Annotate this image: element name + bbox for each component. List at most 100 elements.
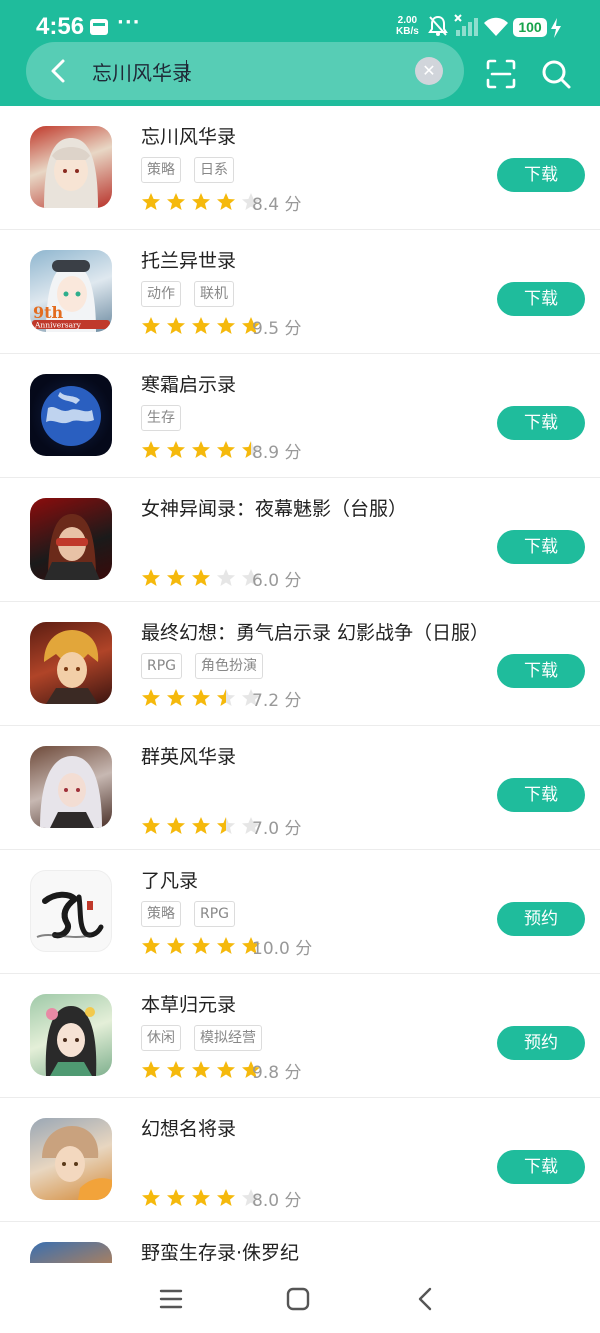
tag-list: 策略 日系 bbox=[141, 157, 247, 183]
menu-icon[interactable] bbox=[158, 1286, 184, 1312]
mute-bell-icon bbox=[428, 15, 448, 36]
game-title[interactable]: 女神异闻录：夜幕魅影（台服） bbox=[141, 494, 407, 521]
star-icon bbox=[217, 817, 235, 834]
star-icon bbox=[142, 817, 160, 834]
game-title[interactable]: 托兰异世录 bbox=[141, 246, 236, 273]
game-icon-tolan: 9th Anniversary bbox=[30, 250, 112, 332]
download-button[interactable]: 下载 bbox=[497, 282, 585, 316]
star-rating bbox=[141, 816, 260, 836]
net-speed: 2.00 KB/s bbox=[396, 15, 419, 37]
wifi-icon bbox=[484, 17, 508, 36]
star-icon bbox=[142, 1189, 160, 1206]
star-icon bbox=[167, 817, 185, 834]
download-button[interactable]: 下载 bbox=[497, 406, 585, 440]
game-title[interactable]: 寒霜启示录 bbox=[141, 370, 236, 397]
search-icon[interactable] bbox=[540, 58, 572, 90]
star-rating bbox=[141, 936, 260, 956]
star-icon bbox=[167, 569, 185, 586]
list-item[interactable]: 忘川风华录 策略 日系 8.4 分 下载 bbox=[0, 106, 600, 230]
score: 10.0 分 bbox=[252, 939, 313, 959]
clear-icon[interactable]: ✕ bbox=[415, 57, 443, 85]
home-icon[interactable] bbox=[285, 1286, 311, 1312]
star-icon bbox=[217, 1061, 235, 1078]
signal-off-icon bbox=[454, 14, 478, 36]
star-icon bbox=[192, 1061, 210, 1078]
game-title[interactable]: 幻想名将录 bbox=[141, 1114, 236, 1141]
tag: 动作 bbox=[141, 281, 181, 307]
score: 6.0 分 bbox=[252, 571, 302, 591]
back-icon[interactable] bbox=[44, 56, 74, 86]
game-icon-ffbe bbox=[30, 622, 112, 704]
tag-list: 休闲 模拟经营 bbox=[141, 1025, 275, 1051]
game-title[interactable]: 野蛮生存录·侏罗纪 bbox=[141, 1238, 299, 1263]
list-item[interactable]: 了凡录 策略 RPG 10.0 分 预约 bbox=[0, 850, 600, 974]
score: 7.2 分 bbox=[252, 691, 302, 711]
download-button[interactable]: 下载 bbox=[497, 778, 585, 812]
tag-list: 策略 RPG bbox=[141, 901, 248, 927]
star-rating bbox=[141, 192, 260, 212]
game-title[interactable]: 本草归元录 bbox=[141, 990, 236, 1017]
badge-text: Anniversary bbox=[34, 321, 82, 330]
star-icon bbox=[142, 569, 160, 586]
back-icon[interactable] bbox=[413, 1286, 439, 1312]
score: 9.5 分 bbox=[252, 319, 302, 339]
star-icon bbox=[142, 193, 160, 210]
system-nav-bar bbox=[0, 1263, 600, 1333]
star-rating bbox=[141, 1060, 260, 1080]
tag: 策略 bbox=[141, 157, 181, 183]
tag: 日系 bbox=[194, 157, 234, 183]
list-item[interactable]: 最终幻想：勇气启示录 幻影战争（日服） RPG 角色扮演 7.2 分 下载 bbox=[0, 602, 600, 726]
game-title[interactable]: 群英风华录 bbox=[141, 742, 236, 769]
list-item[interactable]: 女神异闻录：夜幕魅影（台服） 6.0 分 下载 bbox=[0, 478, 600, 602]
star-icon bbox=[192, 937, 210, 954]
tag: 策略 bbox=[141, 901, 181, 927]
star-icon bbox=[167, 441, 185, 458]
list-item[interactable]: 寒霜启示录 生存 8.9 分 下载 bbox=[0, 354, 600, 478]
game-title[interactable]: 了凡录 bbox=[141, 866, 198, 893]
star-icon bbox=[217, 937, 235, 954]
score: 7.0 分 bbox=[252, 819, 302, 839]
star-rating bbox=[141, 440, 260, 460]
star-icon bbox=[217, 441, 235, 458]
game-icon-liaofan bbox=[30, 870, 112, 952]
star-icon bbox=[142, 441, 160, 458]
score: 9.8 分 bbox=[252, 1063, 302, 1083]
star-icon bbox=[217, 1189, 235, 1206]
star-icon bbox=[217, 317, 235, 334]
charging-icon bbox=[551, 18, 561, 38]
text-cursor bbox=[186, 60, 187, 82]
more-notifications: ··· bbox=[117, 12, 141, 33]
star-icon bbox=[142, 1061, 160, 1078]
download-button[interactable]: 下载 bbox=[497, 158, 585, 192]
star-rating bbox=[141, 1188, 260, 1208]
game-title[interactable]: 最终幻想：勇气启示录 幻影战争（日服） bbox=[141, 618, 489, 645]
list-item[interactable]: 9th Anniversary 托兰异世录 动作 联机 9.5 分 下载 bbox=[0, 230, 600, 354]
badge-text: 9th bbox=[33, 303, 64, 322]
search-results-list[interactable]: 忘川风华录 策略 日系 8.4 分 下载 9th Anniversary 托兰异世… bbox=[0, 106, 600, 1263]
list-item[interactable]: 野蛮生存录·侏罗纪 bbox=[0, 1222, 600, 1263]
star-rating bbox=[141, 316, 260, 336]
star-icon bbox=[167, 1061, 185, 1078]
tag-list: 动作 联机 bbox=[141, 281, 247, 307]
score: 8.0 分 bbox=[252, 1191, 302, 1211]
reserve-button[interactable]: 预约 bbox=[497, 1026, 585, 1060]
download-button[interactable]: 下载 bbox=[497, 654, 585, 688]
score: 8.9 分 bbox=[252, 443, 302, 463]
download-button[interactable]: 下载 bbox=[497, 1150, 585, 1184]
search-bar[interactable]: ✕ bbox=[26, 42, 464, 100]
star-icon bbox=[192, 1189, 210, 1206]
scan-icon[interactable] bbox=[485, 58, 517, 90]
star-icon bbox=[192, 193, 210, 210]
star-icon bbox=[167, 193, 185, 210]
battery-indicator: 100 bbox=[513, 18, 547, 37]
tag: 联机 bbox=[194, 281, 234, 307]
list-item[interactable]: 群英风华录 7.0 分 下载 bbox=[0, 726, 600, 850]
game-title[interactable]: 忘川风华录 bbox=[141, 122, 236, 149]
list-item[interactable]: 本草归元录 休闲 模拟经营 9.8 分 预约 bbox=[0, 974, 600, 1098]
download-button[interactable]: 下载 bbox=[497, 530, 585, 564]
list-item[interactable]: 幻想名将录 8.0 分 下载 bbox=[0, 1098, 600, 1222]
reserve-button[interactable]: 预约 bbox=[497, 902, 585, 936]
tag-list: 生存 bbox=[141, 405, 194, 431]
search-input[interactable] bbox=[92, 54, 402, 88]
game-icon-jurassic bbox=[30, 1242, 112, 1263]
